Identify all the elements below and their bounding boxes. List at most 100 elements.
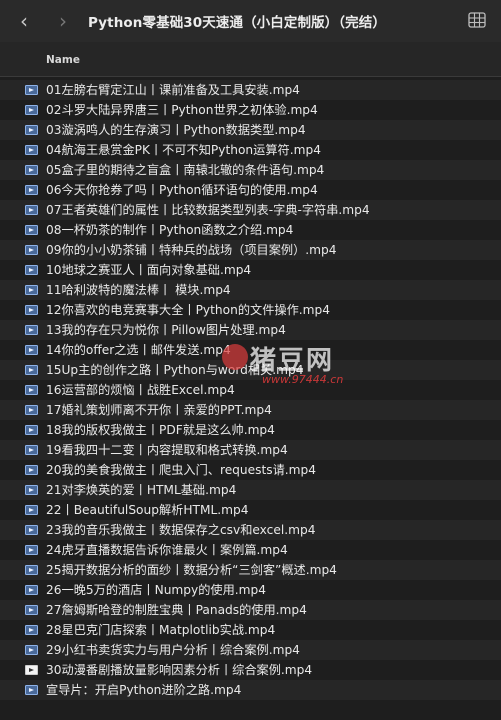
file-name: 02斗罗大陆异界唐三丨Python世界之初体验.mp4 [46,103,318,117]
file-name: 22丨BeautifulSoup解析HTML.mp4 [46,503,249,517]
file-row[interactable]: 25揭开数据分析的面纱丨数据分析“三剑客”概述.mp4 [0,560,501,580]
file-row[interactable]: 29小红书卖货实力与用户分析丨综合案例.mp4 [0,640,501,660]
video-file-icon [25,125,38,135]
view-options-icon[interactable] [468,12,486,28]
video-file-icon [25,305,38,315]
file-name: 14你的offer之选丨邮件发送.mp4 [46,343,231,357]
video-file-icon [25,85,38,95]
file-name: 09你的小小奶茶铺丨特种兵的战场（项目案例）.mp4 [46,243,337,257]
file-name: 16运营部的烦恼丨战胜Excel.mp4 [46,383,235,397]
list-header: Name [0,42,501,77]
video-file-icon [25,505,38,515]
file-row[interactable]: 21对李焕英的爱丨HTML基础.mp4 [0,480,501,500]
file-row[interactable]: 20我的美食我做主丨爬虫入门、requests请.mp4 [0,460,501,480]
video-file-icon [25,385,38,395]
video-file-icon [25,185,38,195]
video-file-icon [25,245,38,255]
video-file-icon [25,605,38,615]
video-file-icon [25,145,38,155]
video-file-icon [25,645,38,655]
file-row[interactable]: 08一杯奶茶的制作丨Python函数之介绍.mp4 [0,220,501,240]
file-name: 28星巴克门店探索丨Matplotlib实战.mp4 [46,623,276,637]
file-row[interactable]: 17婚礼策划师离不开你丨亲爱的PPT.mp4 [0,400,501,420]
file-name: 21对李焕英的爱丨HTML基础.mp4 [46,483,237,497]
file-name: 30动漫番剧播放量影响因素分析丨综合案例.mp4 [46,663,313,677]
file-name: 05盒子里的期待之盲盒丨南辕北辙的条件语句.mp4 [46,163,325,177]
file-name: 12你喜欢的电竞赛事大全丨Python的文件操作.mp4 [46,303,330,317]
file-row[interactable]: 09你的小小奶茶铺丨特种兵的战场（项目案例）.mp4 [0,240,501,260]
file-name: 26一晚5万的酒店丨Numpy的使用.mp4 [46,583,267,597]
window-title: Python零基础30天速通（小白定制版）（完结） [88,15,386,31]
file-row[interactable]: 01左膀右臂定江山丨课前准备及工具安装.mp4 [0,80,501,100]
video-file-icon [25,405,38,415]
file-name: 24虎牙直播数据告诉你谁最火丨案例篇.mp4 [46,543,288,557]
file-row[interactable]: 26一晚5万的酒店丨Numpy的使用.mp4 [0,580,501,600]
video-file-icon [25,465,38,475]
video-file-icon [25,525,38,535]
file-name: 07王者英雄们的属性丨比较数据类型列表-字典-字符串.mp4 [46,203,370,217]
file-row[interactable]: 19看我四十二变丨内容提取和格式转换.mp4 [0,440,501,460]
video-file-icon [25,625,38,635]
file-name: 23我的音乐我做主丨数据保存之csv和excel.mp4 [46,523,316,537]
file-row[interactable]: 28星巴克门店探索丨Matplotlib实战.mp4 [0,620,501,640]
video-file-icon [25,345,38,355]
file-name: 17婚礼策划师离不开你丨亲爱的PPT.mp4 [46,403,272,417]
file-list: 01左膀右臂定江山丨课前准备及工具安装.mp4 02斗罗大陆异界唐三丨Python… [0,80,501,700]
file-name: 08一杯奶茶的制作丨Python函数之介绍.mp4 [46,223,294,237]
file-row[interactable]: 27詹姆斯哈登的制胜宝典丨Panads的使用.mp4 [0,600,501,620]
file-row[interactable]: 11哈利波特的魔法棒丨 模块.mp4 [0,280,501,300]
file-name: 29小红书卖货实力与用户分析丨综合案例.mp4 [46,643,300,657]
file-name: 19看我四十二变丨内容提取和格式转换.mp4 [46,443,288,457]
column-header-name[interactable]: Name [46,54,80,66]
file-name: 06今天你抢券了吗丨Python循环语句的使用.mp4 [46,183,318,197]
video-file-icon [25,585,38,595]
video-file-icon [25,685,38,695]
file-row[interactable]: 13我的存在只为悦你丨Pillow图片处理.mp4 [0,320,501,340]
file-name: 20我的美食我做主丨爬虫入门、requests请.mp4 [46,463,317,477]
file-row[interactable]: 12你喜欢的电竞赛事大全丨Python的文件操作.mp4 [0,300,501,320]
file-row[interactable]: 24虎牙直播数据告诉你谁最火丨案例篇.mp4 [0,540,501,560]
file-name: 01左膀右臂定江山丨课前准备及工具安装.mp4 [46,83,300,97]
file-row[interactable]: 23我的音乐我做主丨数据保存之csv和excel.mp4 [0,520,501,540]
file-row[interactable]: 04航海王悬赏金PK丨不可不知Python运算符.mp4 [0,140,501,160]
file-row[interactable]: 14你的offer之选丨邮件发送.mp4 [0,340,501,360]
file-name: 13我的存在只为悦你丨Pillow图片处理.mp4 [46,323,286,337]
video-file-icon [25,265,38,275]
file-row[interactable]: 03漩涡鸣人的生存演习丨Python数据类型.mp4 [0,120,501,140]
video-file-icon [25,485,38,495]
video-file-icon [25,205,38,215]
file-row[interactable]: 18我的版权我做主丨PDF就是这么帅.mp4 [0,420,501,440]
video-file-icon [25,365,38,375]
file-name: 18我的版权我做主丨PDF就是这么帅.mp4 [46,423,275,437]
video-file-icon [25,225,38,235]
video-file-icon [25,665,38,675]
file-row[interactable]: 02斗罗大陆异界唐三丨Python世界之初体验.mp4 [0,100,501,120]
file-row[interactable]: 16运营部的烦恼丨战胜Excel.mp4 [0,380,501,400]
file-row[interactable]: 22丨BeautifulSoup解析HTML.mp4 [0,500,501,520]
file-name: 10地球之赛亚人丨面向对象基础.mp4 [46,263,252,277]
file-row[interactable]: 30动漫番剧播放量影响因素分析丨综合案例.mp4 [0,660,501,680]
file-name: 11哈利波特的魔法棒丨 模块.mp4 [46,283,231,297]
video-file-icon [25,445,38,455]
forward-button[interactable]: › [53,10,73,32]
back-button[interactable]: ‹ [14,10,34,32]
file-row[interactable]: 15Up主的创作之路丨Python与word相关.mp4 [0,360,501,380]
video-file-icon [25,545,38,555]
file-row[interactable]: 07王者英雄们的属性丨比较数据类型列表-字典-字符串.mp4 [0,200,501,220]
file-name: 宣导片：开启Python进阶之路.mp4 [46,683,242,697]
video-file-icon [25,565,38,575]
file-name: 15Up主的创作之路丨Python与word相关.mp4 [46,363,304,377]
file-row[interactable]: 宣导片：开启Python进阶之路.mp4 [0,680,501,700]
window-titlebar: ‹ › Python零基础30天速通（小白定制版）（完结） [0,0,501,42]
file-name: 04航海王悬赏金PK丨不可不知Python运算符.mp4 [46,143,321,157]
video-file-icon [25,105,38,115]
file-name: 25揭开数据分析的面纱丨数据分析“三剑客”概述.mp4 [46,563,337,577]
file-name: 03漩涡鸣人的生存演习丨Python数据类型.mp4 [46,123,306,137]
file-row[interactable]: 05盒子里的期待之盲盒丨南辕北辙的条件语句.mp4 [0,160,501,180]
file-row[interactable]: 06今天你抢券了吗丨Python循环语句的使用.mp4 [0,180,501,200]
file-row[interactable]: 10地球之赛亚人丨面向对象基础.mp4 [0,260,501,280]
video-file-icon [25,425,38,435]
video-file-icon [25,285,38,295]
file-name: 27詹姆斯哈登的制胜宝典丨Panads的使用.mp4 [46,603,307,617]
video-file-icon [25,325,38,335]
